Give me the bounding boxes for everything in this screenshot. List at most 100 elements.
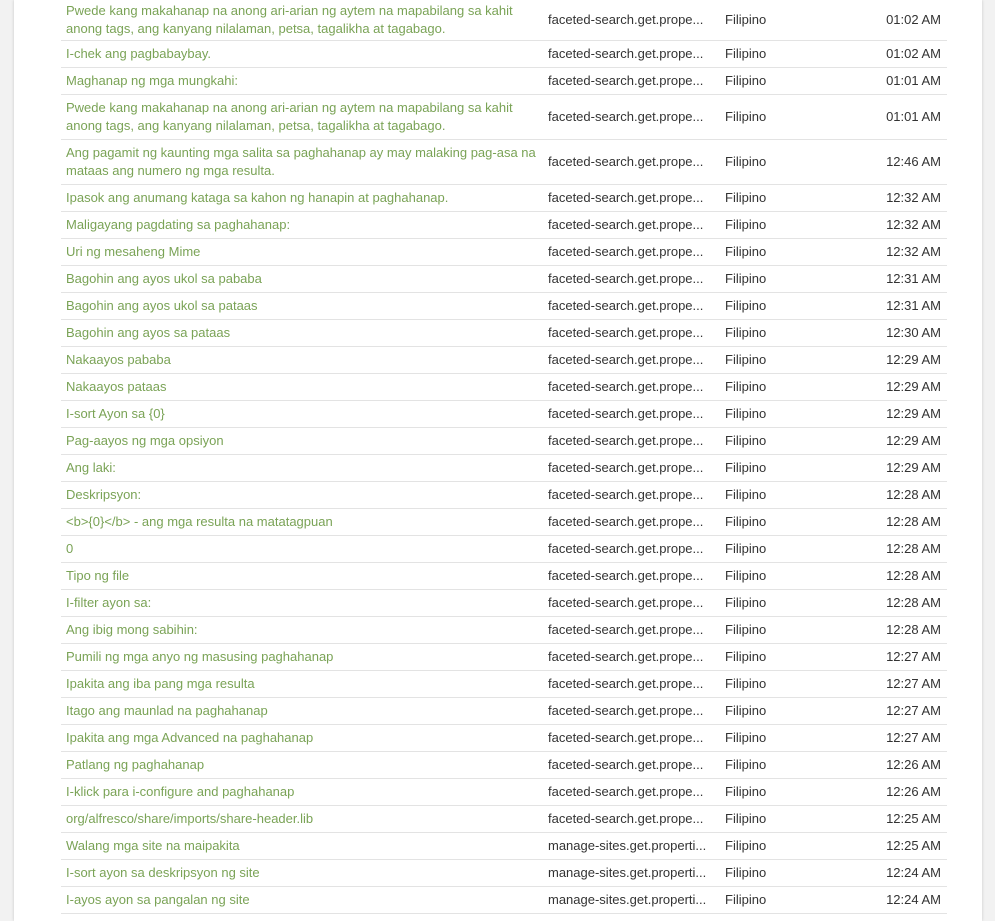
translation-text-link[interactable]: Ipakita ang mga Advanced na paghahanap [61,729,548,747]
timestamp: 12:29 AM [886,352,941,367]
translation-text-link[interactable]: Tipo ng file [61,567,548,585]
language-label: Filipino [725,217,767,232]
translation-text-link[interactable]: Ang pagamit ng kaunting mga salita sa pa… [61,144,548,180]
resource-key: faceted-search.get.prope... [548,649,704,664]
translation-text-link[interactable]: Nakaayos pataas [61,378,548,396]
table-row: Nakaayos pataas faceted-search.get.prope.… [61,374,947,401]
table-row: Tipo ng file faceted-search.get.prope... F… [61,563,947,590]
resource-key: faceted-search.get.prope... [548,46,704,61]
translation-text-link[interactable]: Patlang ng paghahanap [61,756,548,774]
language-label: Filipino [725,487,767,502]
timestamp: 12:28 AM [886,622,941,637]
table-row: I-sort Ayon sa {0} faceted-search.get.pro… [61,401,947,428]
table-row: I-filter ayon sa: faceted-search.get.prop… [61,590,947,617]
resource-key: manage-sites.get.properti... [548,892,707,907]
language-label: Filipino [725,46,767,61]
table-row: Bagohin ang ayos sa pataas faceted-search… [61,320,947,347]
translation-text-link[interactable]: Nakaayos pababa [61,351,548,369]
resource-key: faceted-search.get.prope... [548,703,704,718]
language-label: Filipino [725,514,767,529]
timestamp: 12:24 AM [886,892,941,907]
language-label: Filipino [725,460,767,475]
timestamp: 01:01 AM [886,109,941,124]
language-label: Filipino [725,271,767,286]
translation-text-link[interactable]: I-filter ayon sa: [61,594,548,612]
translation-text-link[interactable]: Bagohin ang ayos ukol sa pataas [61,297,548,315]
translation-text-link[interactable]: I-chek ang pagbabaybay. [61,45,548,63]
resource-key: faceted-search.get.prope... [548,811,704,826]
translation-text-link[interactable]: I-sort Ayon sa {0} [61,405,548,423]
timestamp: 12:27 AM [886,703,941,718]
table-row: I-ayos ayon sa pangalan ng site manage-si… [61,887,947,914]
translation-text-link[interactable]: I-klick para i-configure and paghahanap [61,783,548,801]
translation-text-link[interactable]: Ang laki: [61,459,548,477]
table-row: Pwede kang makahanap na anong ari-arian … [61,95,947,140]
language-label: Filipino [725,406,767,421]
translation-text-link[interactable]: Maghanap ng mga mungkahi: [61,72,548,90]
timestamp: 12:27 AM [886,676,941,691]
translation-text-link[interactable]: Bagohin ang ayos sa pataas [61,324,548,342]
timestamp: 12:30 AM [886,325,941,340]
language-label: Filipino [725,811,767,826]
table-row: Walang mga site na maipakita manage-sites… [61,833,947,860]
table-row: Uri ng mesaheng Mime faceted-search.get.p… [61,239,947,266]
translation-text-link[interactable]: Maligayang pagdating sa paghahanap: [61,216,548,234]
language-label: Filipino [725,244,767,259]
timestamp: 12:29 AM [886,433,941,448]
table-row: Ang pagamit ng kaunting mga salita sa pa… [61,140,947,185]
resource-key: faceted-search.get.prope... [548,271,704,286]
translation-text-link[interactable]: 0 [61,540,548,558]
table-row: Itago ang maunlad na paghahanap faceted-s… [61,698,947,725]
translation-text-link[interactable]: Pumili ng mga anyo ng masusing paghahana… [61,648,548,666]
translation-text-link[interactable]: <b>{0}</b> - ang mga resulta na matatagp… [61,513,548,531]
translation-text-link[interactable]: Ipasok ang anumang kataga sa kahon ng ha… [61,189,548,207]
table-row: Maligayang pagdating sa paghahanap: facet… [61,212,947,239]
translation-text-link[interactable]: org/alfresco/share/imports/share-header.… [61,810,548,828]
translation-text-link[interactable]: Pwede kang makahanap na anong ari-arian … [61,99,548,135]
timestamp: 12:32 AM [886,190,941,205]
language-label: Filipino [725,352,767,367]
resource-key: faceted-search.get.prope... [548,406,704,421]
timestamp: 12:46 AM [886,154,941,169]
resource-key: faceted-search.get.prope... [548,568,704,583]
timestamp: 12:32 AM [886,217,941,232]
timestamp: 12:29 AM [886,460,941,475]
table-row: Pwede kang makahanap na anong ari-arian … [61,0,947,41]
table-row: Pag-aayos ng mga opsiyon faceted-search.g… [61,428,947,455]
translation-text-link[interactable]: Ipakita ang iba pang mga resulta [61,675,548,693]
table-row: <b>{0}</b> - ang mga resulta na matatagp… [61,509,947,536]
translation-text-link[interactable]: Pag-aayos ng mga opsiyon [61,432,548,450]
translation-text-link[interactable]: Walang mga site na maipakita [61,837,548,855]
translation-text-link[interactable]: I-ayos ayon sa pangalan ng site [61,891,548,909]
page-container: Pwede kang makahanap na anong ari-arian … [14,0,982,921]
resource-key: faceted-search.get.prope... [548,460,704,475]
timestamp: 12:28 AM [886,595,941,610]
timestamp: 12:25 AM [886,838,941,853]
table-row: Patlang ng paghahanap faceted-search.get.… [61,752,947,779]
resource-key: faceted-search.get.prope... [548,12,704,27]
resource-key: faceted-search.get.prope... [548,73,704,88]
timestamp: 12:32 AM [886,244,941,259]
translation-text-link[interactable]: Uri ng mesaheng Mime [61,243,548,261]
table-row: Deskripsyon: faceted-search.get.prope... F… [61,482,947,509]
resource-key: manage-sites.get.properti... [548,865,707,880]
translation-text-link[interactable]: I-sort ayon sa deskripsyon ng site [61,864,548,882]
timestamp: 12:27 AM [886,730,941,745]
language-label: Filipino [725,784,767,799]
timestamp: 12:28 AM [886,568,941,583]
table-row: Ipakita ang mga Advanced na paghahanap fa… [61,725,947,752]
resource-key: faceted-search.get.prope... [548,217,704,232]
translation-text-link[interactable]: Deskripsyon: [61,486,548,504]
timestamp: 12:28 AM [886,541,941,556]
resource-key: faceted-search.get.prope... [548,244,704,259]
translation-text-link[interactable]: Ang ibig mong sabihin: [61,621,548,639]
language-label: Filipino [725,622,767,637]
timestamp: 12:31 AM [886,271,941,286]
language-label: Filipino [725,595,767,610]
language-label: Filipino [725,154,767,169]
translation-text-link[interactable]: Bagohin ang ayos ukol sa pababa [61,270,548,288]
resource-key: faceted-search.get.prope... [548,109,704,124]
language-label: Filipino [725,12,767,27]
translation-text-link[interactable]: Itago ang maunlad na paghahanap [61,702,548,720]
translation-text-link[interactable]: Pwede kang makahanap na anong ari-arian … [61,2,548,38]
